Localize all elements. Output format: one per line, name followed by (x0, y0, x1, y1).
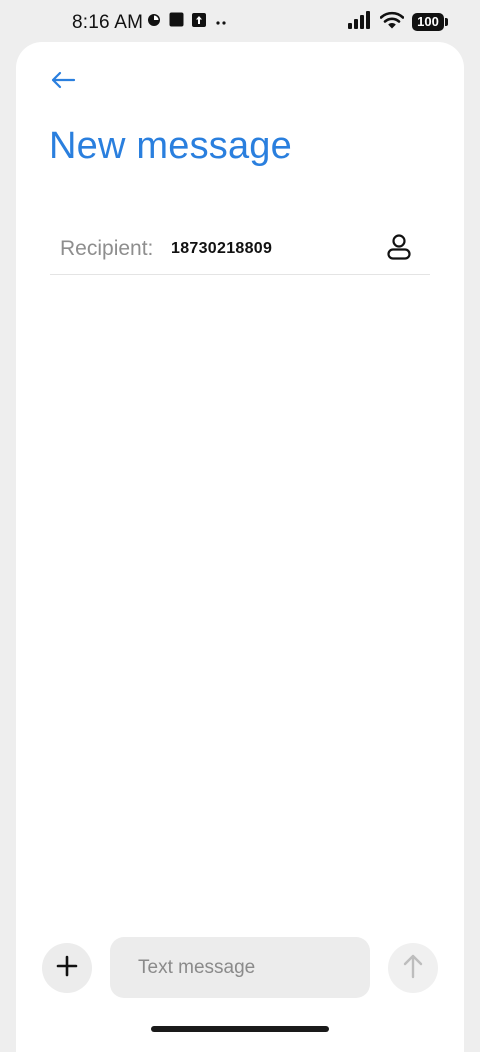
pick-contact-button[interactable] (384, 233, 414, 266)
signal-bars-icon (348, 10, 372, 34)
person-icon (386, 233, 412, 266)
stop-square-icon (169, 12, 184, 32)
status-system-icons: 100 (348, 10, 448, 34)
arrow-up-icon (402, 953, 424, 984)
recipient-label: Recipient: (60, 237, 154, 260)
pie-chart-icon (147, 13, 161, 32)
more-dots-icon (214, 13, 228, 31)
recipient-number[interactable]: 18730218809 (171, 237, 272, 261)
message-input[interactable] (110, 937, 370, 998)
battery-icon: 100 (412, 13, 448, 31)
home-indicator[interactable] (151, 1026, 329, 1032)
status-notification-icons (147, 12, 228, 32)
recipient-field[interactable]: Recipient: 18730218809 (50, 224, 430, 275)
upload-box-icon (192, 12, 206, 32)
page-title: New message (49, 125, 292, 167)
back-button[interactable] (46, 65, 80, 99)
wifi-icon (379, 11, 405, 34)
status-time: 8:16 AM (72, 12, 144, 33)
arrow-left-icon (50, 70, 76, 95)
plus-icon (56, 955, 78, 982)
status-bar: 8:16 AM 100 (0, 0, 480, 44)
add-attachment-button[interactable] (42, 943, 92, 993)
send-button[interactable] (388, 943, 438, 993)
new-message-screen: New message Recipient: 18730218809 (16, 42, 464, 1052)
